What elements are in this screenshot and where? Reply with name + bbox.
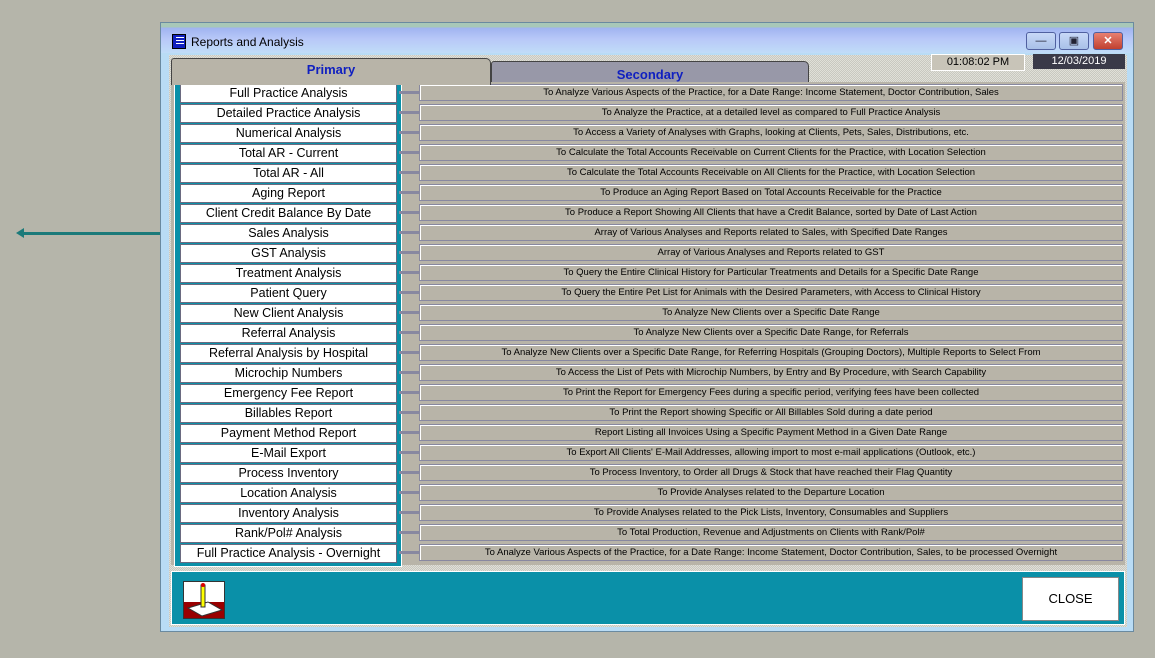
connector-line — [399, 471, 419, 474]
report-button[interactable]: Referral Analysis — [180, 324, 397, 343]
connector-line — [399, 231, 419, 234]
report-description: To Export All Clients' E-Mail Addresses,… — [419, 444, 1123, 461]
report-description: To Calculate the Total Accounts Receivab… — [419, 164, 1123, 181]
report-description: To Produce an Aging Report Based on Tota… — [419, 184, 1123, 201]
client-area: Primary Secondary 01:08:02 PM 12/03/2019… — [169, 54, 1127, 627]
report-description: To Query the Entire Pet List for Animals… — [419, 284, 1123, 301]
report-description: To Access a Variety of Analyses with Gra… — [419, 124, 1123, 141]
report-description: Array of Various Analyses and Reports re… — [419, 244, 1123, 261]
report-description: To Analyze New Clients over a Specific D… — [419, 324, 1123, 341]
connector-line — [399, 251, 419, 254]
report-description: To Calculate the Total Accounts Receivab… — [419, 144, 1123, 161]
title-bar: Reports and Analysis — ▣ ✕ — [161, 23, 1133, 53]
report-button[interactable]: Emergency Fee Report — [180, 384, 397, 403]
report-description: To Analyze Various Aspects of the Practi… — [419, 544, 1123, 561]
connector-line — [399, 451, 419, 454]
report-button[interactable]: Aging Report — [180, 184, 397, 203]
report-button[interactable]: Inventory Analysis — [180, 504, 397, 523]
report-description: Array of Various Analyses and Reports re… — [419, 224, 1123, 241]
primary-panel: Full Practice Analysis Detailed Practice … — [171, 82, 1125, 567]
connector-line — [399, 511, 419, 514]
tab-primary[interactable]: Primary — [171, 58, 491, 85]
report-button[interactable]: Full Practice Analysis — [180, 84, 397, 103]
date-display: 12/03/2019 — [1033, 54, 1125, 69]
report-description: To Analyze the Practice, at a detailed l… — [419, 104, 1123, 121]
list-icon — [172, 34, 186, 49]
connector-line — [399, 491, 419, 494]
connector-line — [399, 291, 419, 294]
window-title: Reports and Analysis — [191, 35, 304, 49]
connector-line — [399, 431, 419, 434]
report-button[interactable]: Referral Analysis by Hospital — [180, 344, 397, 363]
connector-line — [399, 191, 419, 194]
report-button[interactable]: Total AR - Current — [180, 144, 397, 163]
connector-line — [399, 551, 419, 554]
connector-line — [399, 391, 419, 394]
connector-line — [399, 171, 419, 174]
report-button[interactable]: Sales Analysis — [180, 224, 397, 243]
maximize-button[interactable]: ▣ — [1059, 32, 1089, 50]
bottom-bar: CLOSE — [171, 571, 1125, 625]
minimize-button[interactable]: — — [1026, 32, 1056, 50]
report-button[interactable]: New Client Analysis — [180, 304, 397, 323]
report-description: To Analyze New Clients over a Specific D… — [419, 304, 1123, 321]
report-button[interactable]: Treatment Analysis — [180, 264, 397, 283]
report-description: To Produce a Report Showing All Clients … — [419, 204, 1123, 221]
report-button[interactable]: E-Mail Export — [180, 444, 397, 463]
report-description: To Total Production, Revenue and Adjustm… — [419, 524, 1123, 541]
report-description: To Provide Analyses related to the Depar… — [419, 484, 1123, 501]
report-description: To Process Inventory, to Order all Drugs… — [419, 464, 1123, 481]
connector-line — [399, 91, 419, 94]
report-description: To Access the List of Pets with Microchi… — [419, 364, 1123, 381]
connector-line — [399, 151, 419, 154]
report-description: To Analyze Various Aspects of the Practi… — [419, 84, 1123, 101]
connector-line — [399, 271, 419, 274]
report-button[interactable]: Rank/Pol# Analysis — [180, 524, 397, 543]
report-description: Report Listing all Invoices Using a Spec… — [419, 424, 1123, 441]
report-button[interactable]: Location Analysis — [180, 484, 397, 503]
connector-line — [399, 211, 419, 214]
report-button[interactable]: GST Analysis — [180, 244, 397, 263]
connector-line — [399, 351, 419, 354]
connector-line — [399, 331, 419, 334]
report-button[interactable]: Numerical Analysis — [180, 124, 397, 143]
report-description: To Print the Report showing Specific or … — [419, 404, 1123, 421]
report-button[interactable]: Total AR - All — [180, 164, 397, 183]
connector-line — [399, 531, 419, 534]
report-description: To Analyze New Clients over a Specific D… — [419, 344, 1123, 361]
report-button[interactable]: Full Practice Analysis - Overnight — [180, 544, 397, 563]
report-description: To Provide Analyses related to the Pick … — [419, 504, 1123, 521]
connector-line — [399, 411, 419, 414]
report-list: Full Practice Analysis Detailed Practice … — [174, 82, 402, 567]
close-window-button[interactable]: ✕ — [1093, 32, 1123, 50]
report-button[interactable]: Detailed Practice Analysis — [180, 104, 397, 123]
tab-secondary[interactable]: Secondary — [491, 61, 809, 82]
connector-line — [399, 371, 419, 374]
time-display: 01:08:02 PM — [931, 54, 1025, 71]
report-button[interactable]: Microchip Numbers — [180, 364, 397, 383]
close-button[interactable]: CLOSE — [1022, 577, 1119, 621]
report-button[interactable]: Patient Query — [180, 284, 397, 303]
report-button[interactable]: Client Credit Balance By Date — [180, 204, 397, 223]
report-button[interactable]: Billables Report — [180, 404, 397, 423]
report-button[interactable]: Process Inventory — [180, 464, 397, 483]
report-description: To Print the Report for Emergency Fees d… — [419, 384, 1123, 401]
connector-line — [399, 131, 419, 134]
reports-window: Reports and Analysis — ▣ ✕ Primary Secon… — [160, 22, 1134, 632]
report-pencil-icon — [183, 581, 225, 619]
report-button[interactable]: Payment Method Report — [180, 424, 397, 443]
connector-line — [399, 311, 419, 314]
report-description: To Query the Entire Clinical History for… — [419, 264, 1123, 281]
connector-line — [399, 111, 419, 114]
